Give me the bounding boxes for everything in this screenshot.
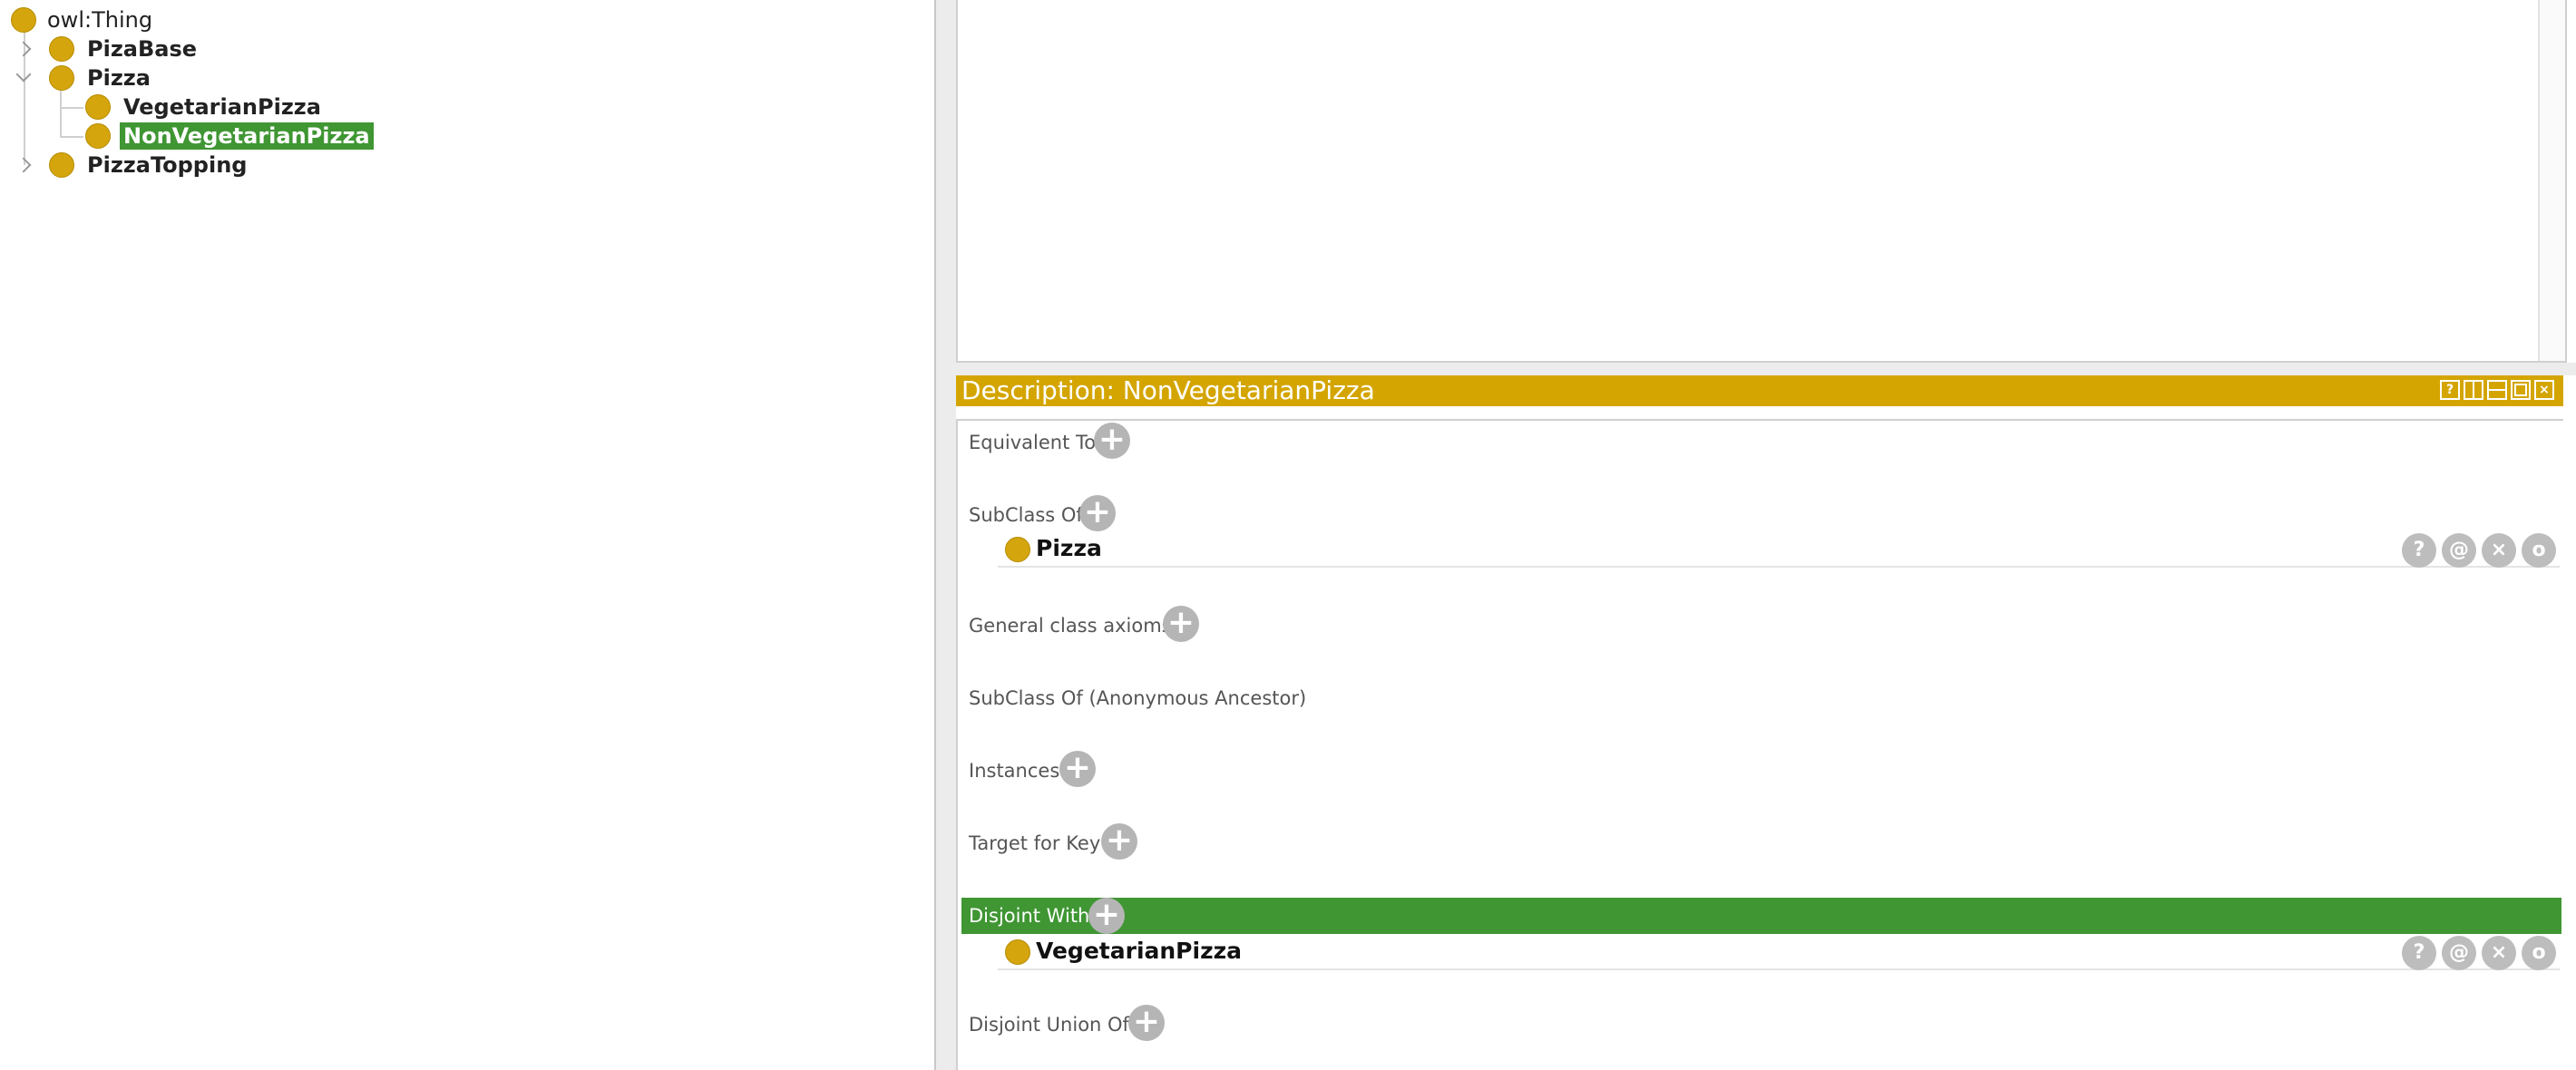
expand-chevron-icon[interactable]: [15, 157, 32, 173]
maximize-icon[interactable]: [2511, 380, 2531, 400]
class-icon: [11, 7, 36, 33]
class-icon: [1005, 939, 1030, 965]
add-disjoint-button[interactable]: +: [1088, 898, 1125, 934]
section-label-general-class-axioms: General class axioms: [969, 615, 1172, 637]
section-label-instances: Instances: [969, 760, 1060, 782]
class-icon: [49, 65, 74, 91]
add-equivalent-button[interactable]: +: [1094, 423, 1130, 459]
tree-item-label: VegetarianPizza: [123, 94, 321, 120]
class-hierarchy-panel: owl:Thing PizaBase Pizza VegetarianPizza…: [0, 0, 936, 1070]
class-icon: [85, 94, 111, 120]
section-label-equivalent-to: Equivalent To: [969, 432, 1097, 453]
explain-icon[interactable]: ?: [2402, 533, 2436, 568]
subclass-name: Pizza: [1036, 535, 1102, 561]
description-view-body: Equivalent To + SubClass Of + Pizza ? @ …: [956, 419, 2563, 1070]
section-disjoint-with[interactable]: Disjoint With +: [961, 898, 2561, 934]
add-instance-button[interactable]: +: [1059, 751, 1096, 787]
tree-item-pizza[interactable]: Pizza: [49, 63, 154, 92]
tree-item-label: owl:Thing: [47, 7, 153, 33]
minimize-icon[interactable]: [2487, 380, 2507, 400]
tree-item-label: Pizza: [87, 65, 151, 91]
add-disjoint-union-button[interactable]: +: [1128, 1005, 1165, 1041]
annotations-view: [956, 0, 2567, 363]
row-actions: ? @ × o: [2402, 533, 2556, 568]
delete-icon[interactable]: ×: [2482, 936, 2516, 970]
tree-item-nonvegetarianpizza[interactable]: NonVegetarianPizza: [85, 122, 374, 151]
description-view-header: Description: NonVegetarianPizza ? ×: [956, 375, 2563, 406]
annotate-icon[interactable]: @: [2442, 936, 2476, 970]
add-general-axiom-button[interactable]: +: [1163, 606, 1199, 642]
expand-chevron-icon[interactable]: [15, 41, 32, 57]
section-label-disjoint-union-of: Disjoint Union Of: [969, 1014, 1129, 1036]
section-label-subclass-of: SubClass Of: [969, 504, 1083, 526]
tree-item-vegetarianpizza[interactable]: VegetarianPizza: [85, 92, 325, 122]
view-window-buttons: ? ×: [2440, 380, 2554, 400]
vertical-scrollbar[interactable]: [2538, 0, 2565, 361]
tree-line: [60, 89, 62, 138]
class-icon: [85, 123, 111, 149]
tree-item-label: NonVegetarianPizza: [120, 122, 374, 150]
section-label-target-for-key: Target for Key: [969, 832, 1101, 854]
tree-line: [62, 136, 83, 138]
edit-icon[interactable]: o: [2522, 533, 2556, 568]
split-pane-divider[interactable]: [936, 0, 956, 1070]
disjoint-row[interactable]: VegetarianPizza ? @ × o: [998, 934, 2560, 970]
tree-item-owl-thing[interactable]: owl:Thing: [11, 5, 156, 34]
class-icon: [49, 36, 74, 62]
tree-item-label: PizzaTopping: [87, 152, 248, 178]
tree-item-pizzatopping[interactable]: PizzaTopping: [49, 151, 250, 180]
class-icon: [1005, 537, 1030, 562]
description-title: Description: NonVegetarianPizza: [961, 375, 1375, 405]
explain-icon[interactable]: ?: [2402, 936, 2436, 970]
view-gap: [956, 363, 2576, 375]
add-subclass-button[interactable]: +: [1079, 495, 1116, 531]
tree-item-label: PizaBase: [87, 36, 198, 62]
tree-line: [62, 107, 83, 109]
subclass-row[interactable]: Pizza ? @ × o: [998, 531, 2560, 568]
section-label-disjoint-with: Disjoint With: [969, 905, 1090, 927]
split-view-icon[interactable]: [2464, 380, 2483, 400]
annotate-icon[interactable]: @: [2442, 533, 2476, 568]
tree-item-pizabase[interactable]: PizaBase: [49, 34, 200, 63]
help-icon[interactable]: ?: [2440, 380, 2460, 400]
edit-icon[interactable]: o: [2522, 936, 2556, 970]
disjoint-class-name: VegetarianPizza: [1036, 938, 1243, 964]
section-label-subclass-anonymous: SubClass Of (Anonymous Ancestor): [969, 687, 1307, 709]
row-actions: ? @ × o: [2402, 936, 2556, 970]
close-icon[interactable]: ×: [2534, 380, 2554, 400]
collapse-chevron-icon[interactable]: [15, 66, 32, 83]
class-icon: [49, 152, 74, 178]
delete-icon[interactable]: ×: [2482, 533, 2516, 568]
add-key-button[interactable]: +: [1101, 823, 1137, 860]
